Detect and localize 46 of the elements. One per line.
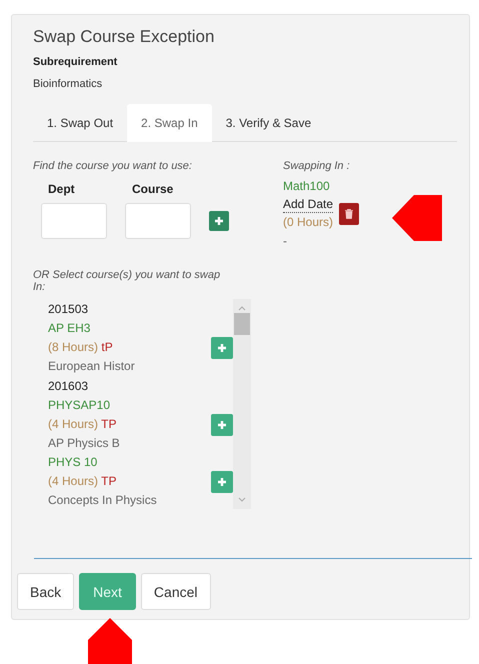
swapping-in-heading: Swapping In :	[283, 160, 351, 172]
pointer-arrow-drawing	[88, 618, 132, 664]
plus-icon	[217, 476, 227, 486]
course-code: PHYS 10	[48, 454, 98, 471]
action-button[interactable]: Back	[17, 573, 74, 610]
plus-icon	[217, 420, 227, 430]
term-label: 201503	[48, 301, 90, 318]
trash-icon	[345, 209, 354, 219]
input-field[interactable]	[125, 203, 191, 239]
plus-icon	[214, 216, 224, 226]
pointer-arrow-drawing	[392, 195, 442, 241]
field-label: Course	[131, 182, 174, 196]
input-field[interactable]	[41, 203, 107, 239]
step-tab[interactable]: 1. Swap Out	[33, 104, 128, 142]
add-button[interactable]	[211, 414, 233, 436]
step-tab[interactable]: 3. Verify & Save	[212, 104, 326, 142]
scrollbar[interactable]	[233, 299, 251, 509]
plus-icon	[217, 342, 227, 352]
add-button[interactable]	[211, 336, 233, 358]
field-label: Dept	[47, 182, 76, 196]
delete-button[interactable]	[339, 203, 360, 225]
course-code: Math100	[283, 178, 331, 195]
course-hours: (0 Hours)	[283, 214, 334, 231]
scroll-down-icon	[238, 497, 246, 503]
course-code: PHYSAP10	[48, 397, 112, 414]
find-hint: Find the course you want to use:	[33, 160, 193, 172]
select-hint: OR Select course(s) you want to swap In:	[33, 269, 222, 293]
scroll-thumb[interactable]	[234, 313, 250, 335]
add-button[interactable]	[211, 470, 233, 492]
course-title: Concepts In Physics	[48, 492, 157, 509]
subrequirement-value: Bioinformatics	[33, 78, 104, 90]
course-hours: (4 Hours) TP	[48, 416, 118, 433]
scroll-up-icon	[238, 305, 246, 311]
course-code: AP EH3	[48, 320, 92, 337]
term-label: 201603	[48, 378, 90, 395]
course-title: AP Physics B	[48, 435, 120, 452]
action-button[interactable]: Cancel	[140, 573, 211, 610]
course-hours: (4 Hours) TP	[48, 473, 118, 490]
subrequirement-label: Subrequirement	[33, 56, 118, 68]
dialog-title: Swap Course Exception	[33, 27, 216, 47]
course-title: European Histor	[48, 358, 135, 375]
note-text: -	[283, 233, 288, 250]
course-hours: (8 Hours) tP	[48, 339, 114, 356]
add-date-link[interactable]: Add Date	[283, 196, 334, 213]
step-tab[interactable]: 2. Swap In	[127, 104, 212, 142]
add-button[interactable]	[209, 211, 229, 231]
